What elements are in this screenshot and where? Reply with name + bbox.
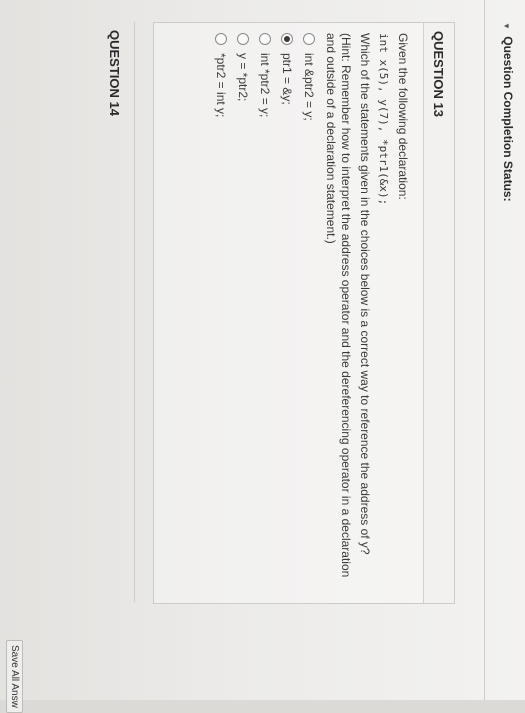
save-all-answers-button[interactable]: Save All Answ xyxy=(6,640,23,713)
radio-button[interactable] xyxy=(237,33,249,45)
question-14-title: QUESTION 14 xyxy=(107,30,122,116)
choice-label: int *ptr2 = y; xyxy=(258,53,272,118)
choice-label: *ptr2 = int y; xyxy=(214,53,228,118)
choice-label: ptr1 = &y; xyxy=(280,53,294,105)
radio-button-selected[interactable] xyxy=(281,33,293,45)
question-intro: Given the following declaration: xyxy=(396,33,410,200)
choice-label: y = *ptr2; xyxy=(236,53,250,102)
choice-label: int &ptr2 = y; xyxy=(302,53,316,121)
choice-option[interactable]: int &ptr2 = y; xyxy=(301,33,317,593)
divider xyxy=(484,0,485,700)
choice-option[interactable]: int *ptr2 = y; xyxy=(257,33,273,593)
question-13-header: QUESTION 13 xyxy=(423,23,454,603)
question-prompt: Which of the statements given in the cho… xyxy=(358,33,372,555)
question-14-panel: QUESTION 14 xyxy=(74,22,135,602)
quiz-page: ▼ Question Completion Status: QUESTION 1… xyxy=(0,0,525,713)
choice-option[interactable]: ptr1 = &y; xyxy=(279,33,295,593)
choice-option[interactable]: y = *ptr2; xyxy=(235,33,251,593)
choice-option[interactable]: *ptr2 = int y; xyxy=(213,33,229,593)
status-label: Question Completion Status: xyxy=(501,36,515,202)
question-hint: (Hint: Remember how to interpret the add… xyxy=(324,33,353,578)
question-13-body: Given the following declaration: int x(5… xyxy=(213,33,410,593)
radio-button[interactable] xyxy=(259,33,271,45)
radio-button[interactable] xyxy=(215,33,227,45)
declaration-code: int x(5), y(7), *ptr1(&x); xyxy=(377,33,390,206)
question-13-panel: QUESTION 13 Given the following declarat… xyxy=(153,22,455,604)
question-13-title: QUESTION 13 xyxy=(431,31,446,117)
collapse-triangle-icon[interactable]: ▼ xyxy=(502,22,511,30)
radio-button[interactable] xyxy=(303,33,315,45)
question-completion-status[interactable]: ▼ Question Completion Status: xyxy=(501,22,515,202)
